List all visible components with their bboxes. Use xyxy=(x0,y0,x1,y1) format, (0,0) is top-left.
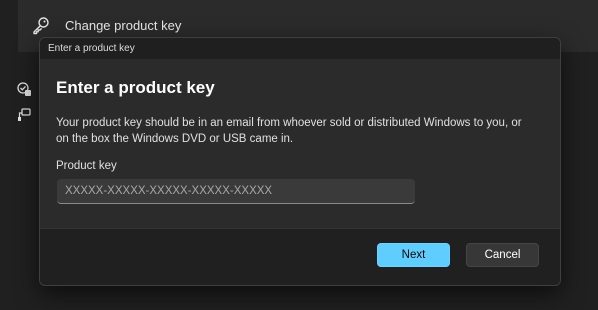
product-key-input[interactable] xyxy=(57,179,415,204)
dialog-description: Your product key should be in an email f… xyxy=(56,117,522,145)
settings-page: Change product key Enter a product key E… xyxy=(0,0,598,310)
dialog-footer: Next Cancel xyxy=(40,228,560,285)
change-product-key-label: Change product key xyxy=(65,18,182,33)
key-icon xyxy=(33,17,49,35)
security-badge-icon xyxy=(17,82,31,96)
cancel-button[interactable]: Cancel xyxy=(466,243,539,267)
next-button[interactable]: Next xyxy=(377,243,450,267)
dialog-heading: Enter a product key xyxy=(56,78,215,97)
dialog-window-title: Enter a product key xyxy=(48,43,135,54)
product-key-dialog: Enter a product key Enter a product key … xyxy=(39,37,561,286)
activation-icon xyxy=(18,108,31,121)
dialog-titlebar[interactable]: Enter a product key xyxy=(40,38,560,59)
product-key-label: Product key xyxy=(56,160,117,172)
dialog-content: Enter a product key Your product key sho… xyxy=(40,59,560,228)
